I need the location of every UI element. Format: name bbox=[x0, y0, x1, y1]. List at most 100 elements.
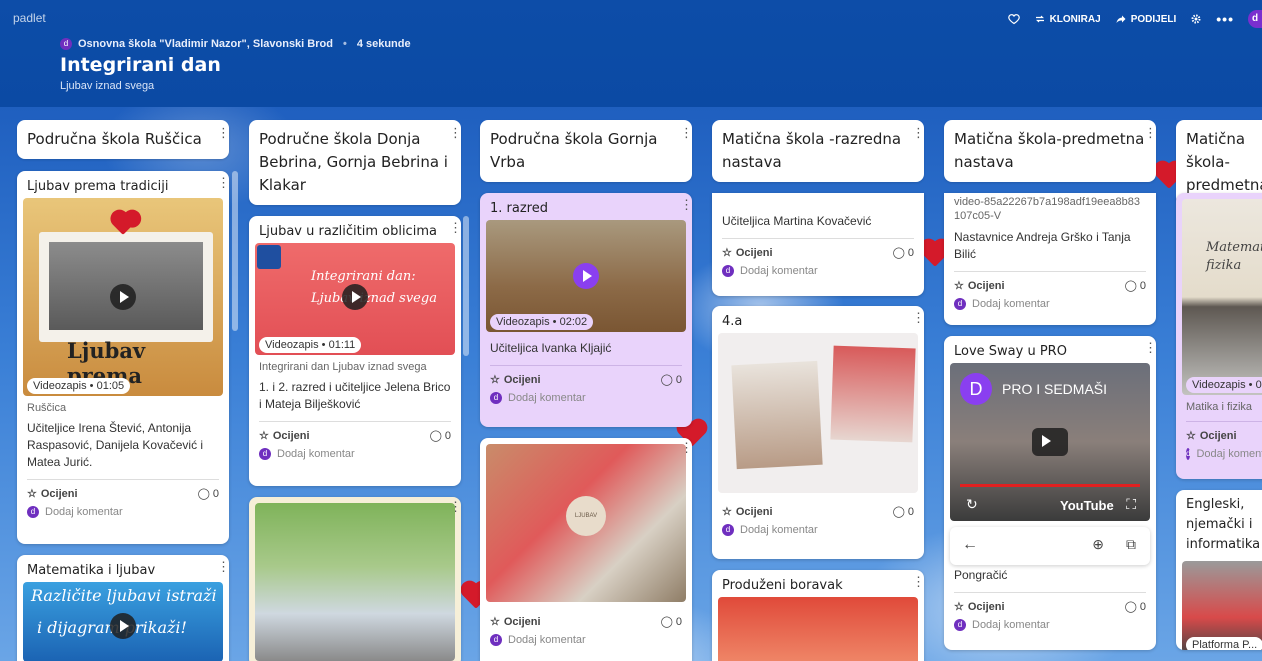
kebab-menu-icon[interactable] bbox=[217, 559, 229, 575]
post-card[interactable]: LJUBAV ☆Ocijeni ◯0 d Dodaj komentar bbox=[480, 438, 692, 661]
post-card[interactable] bbox=[249, 497, 461, 661]
kebab-menu-icon[interactable] bbox=[1144, 340, 1156, 356]
fullscreen-icon[interactable]: ⛶ bbox=[1126, 496, 1136, 513]
kebab-menu-icon[interactable] bbox=[912, 574, 924, 590]
column-scrollbar[interactable] bbox=[463, 216, 469, 356]
post-card[interactable]: 1. razred Videozapis • 02:02 Učiteljica … bbox=[480, 193, 692, 427]
add-comment-row[interactable]: d Dodaj komentar bbox=[480, 386, 692, 412]
post-card[interactable]: Ljubav prema tradiciji Ljubav prema Vide… bbox=[17, 171, 229, 544]
video-thumbnail[interactable]: Integrirani dan: Ljubav iznad svega Vide… bbox=[255, 243, 455, 355]
column-header[interactable]: Matična škola-predmetna nastava bbox=[944, 120, 1157, 182]
kebab-menu-icon[interactable] bbox=[680, 197, 692, 213]
add-comment-row[interactable]: d Dodaj komentar bbox=[712, 259, 924, 285]
column-header[interactable]: Matična škola -razredna nastava bbox=[712, 120, 925, 182]
play-icon[interactable] bbox=[110, 284, 136, 310]
add-comment-row[interactable]: d Dodaj komentar bbox=[944, 292, 1156, 318]
photo-thumbnail[interactable] bbox=[255, 503, 455, 661]
photo-thumbnail[interactable]: Platforma P... bbox=[1182, 561, 1262, 650]
kebab-menu-icon[interactable] bbox=[449, 122, 462, 145]
progress-bar[interactable] bbox=[960, 484, 1140, 487]
youtube-embed[interactable]: D PRO I SEDMAŠI ↻ YouTube ⛶ bbox=[950, 363, 1150, 521]
kebab-menu-icon[interactable] bbox=[217, 175, 229, 191]
add-comment-row[interactable]: d Dodaj komentar bbox=[249, 442, 461, 468]
comment-count[interactable]: ◯ 0 bbox=[1125, 279, 1146, 293]
author-avatar[interactable]: d bbox=[60, 38, 72, 50]
post-card[interactable]: video-85a22267b7a198adf19eea8b83107c05-V… bbox=[944, 193, 1156, 325]
rate-button[interactable]: ☆ Ocijeni bbox=[27, 487, 78, 501]
comment-count[interactable]: ◯ 0 bbox=[429, 429, 451, 443]
kebab-menu-icon[interactable] bbox=[680, 122, 693, 145]
rate-button[interactable]: ☆ Ocijeni bbox=[1186, 429, 1237, 443]
add-comment-label: Dodaj komentar bbox=[740, 265, 818, 277]
back-arrow-icon[interactable]: ← bbox=[962, 536, 978, 554]
add-comment-row[interactable]: d Dodaj komentar bbox=[480, 628, 692, 654]
settings-button[interactable] bbox=[1190, 13, 1202, 25]
post-card[interactable]: Matematika i ljubav Različite ljubavi is… bbox=[17, 555, 229, 661]
rate-button[interactable]: ☆ Ocijeni bbox=[490, 615, 541, 629]
comment-count-value: 0 bbox=[907, 505, 914, 518]
add-comment-row[interactable]: d Dodaj komentar bbox=[17, 500, 229, 526]
add-comment-label: Dodaj komentar bbox=[1196, 448, 1262, 460]
column-header[interactable]: Područne škola Donja Bebrina, Gornja Beb… bbox=[249, 120, 462, 205]
play-icon[interactable] bbox=[342, 284, 368, 310]
kebab-menu-icon[interactable] bbox=[912, 310, 924, 326]
play-icon[interactable] bbox=[110, 613, 136, 639]
post-card[interactable]: Matematika fizika Videozapis • 00 Matika… bbox=[1176, 193, 1262, 479]
zoom-in-icon[interactable]: ⊕ bbox=[1092, 536, 1104, 553]
user-avatar: d bbox=[954, 619, 966, 631]
clone-button[interactable]: KLONIRAJ bbox=[1034, 13, 1101, 25]
post-card[interactable]: Produženi boravak bbox=[712, 570, 924, 661]
play-icon[interactable] bbox=[573, 263, 599, 289]
add-comment-row[interactable]: d Dodaj komentar bbox=[1176, 442, 1262, 468]
rate-button[interactable]: ☆ Ocijeni bbox=[259, 429, 310, 443]
comment-count[interactable]: ◯ 0 bbox=[661, 373, 682, 387]
rate-button[interactable]: ☆ Ocijeni bbox=[490, 373, 541, 387]
post-caption: video-85a22267b7a198adf19eea8b83107c05-V bbox=[954, 196, 1140, 222]
video-thumbnail[interactable]: Matematika fizika Videozapis • 00 bbox=[1182, 199, 1262, 395]
open-external-icon[interactable]: ⧉ bbox=[1126, 536, 1136, 553]
rate-button[interactable]: ☆ Ocijeni bbox=[954, 600, 1005, 614]
padlet-logo[interactable]: padlet bbox=[13, 11, 46, 25]
column-header[interactable]: Područna škola Ruščica bbox=[17, 120, 230, 159]
comment-count-value: 0 bbox=[907, 246, 914, 259]
more-button[interactable]: ••• bbox=[1216, 11, 1234, 27]
rate-button[interactable]: ☆ Ocijeni bbox=[954, 279, 1005, 293]
add-comment-row[interactable]: d Dodaj komentar bbox=[944, 613, 1156, 639]
add-comment-row[interactable]: d Dodaj komentar bbox=[712, 518, 924, 544]
comment-count[interactable]: ◯ 0 bbox=[893, 505, 914, 519]
kebab-menu-icon[interactable] bbox=[1144, 122, 1157, 145]
kebab-menu-icon[interactable] bbox=[449, 220, 461, 236]
comment-count[interactable]: ◯ 0 bbox=[1125, 600, 1146, 614]
play-icon[interactable] bbox=[1032, 428, 1068, 456]
comment-count[interactable]: ◯ 0 bbox=[198, 487, 219, 501]
youtube-logo[interactable]: YouTube bbox=[1060, 498, 1114, 513]
video-thumbnail[interactable]: Ljubav prema Videozapis • 01:05 bbox=[23, 198, 223, 396]
post-card[interactable]: Engleski, njemački i informatika Platfor… bbox=[1176, 490, 1262, 650]
kebab-menu-icon[interactable] bbox=[217, 122, 230, 145]
comment-bubble-icon: ◯ bbox=[429, 430, 442, 442]
rate-label: Ocijeni bbox=[272, 429, 310, 442]
post-card[interactable]: Ljubav u različitim oblicima Integrirani… bbox=[249, 216, 461, 486]
post-card[interactable]: 4.a ☆Ocijeni ◯0 d Dodaj komentar bbox=[712, 306, 924, 559]
photo-thumbnail[interactable]: LJUBAV bbox=[486, 444, 686, 602]
star-icon: ☆ bbox=[1186, 430, 1196, 442]
video-thumbnail[interactable]: Različite ljubavi istraži i dijagram pri… bbox=[23, 582, 223, 661]
user-avatar[interactable]: d bbox=[1248, 10, 1262, 28]
rate-button[interactable]: ☆ Ocijeni bbox=[722, 246, 773, 260]
column-header[interactable]: Područna škola Gornja Vrba bbox=[480, 120, 693, 182]
share-button[interactable]: PODIJELI bbox=[1115, 13, 1176, 25]
kebab-menu-icon[interactable] bbox=[912, 122, 925, 145]
like-button[interactable] bbox=[1007, 13, 1020, 25]
replay-icon[interactable]: ↻ bbox=[966, 496, 978, 513]
photo-thumbnail[interactable] bbox=[718, 333, 918, 493]
user-avatar: d bbox=[722, 524, 734, 536]
comment-count[interactable]: ◯ 0 bbox=[661, 615, 682, 629]
rate-button[interactable]: ☆ Ocijeni bbox=[722, 505, 773, 519]
photo-thumbnail[interactable] bbox=[718, 597, 918, 661]
post-card[interactable]: Učiteljica Martina Kovačević ☆ Ocijeni ◯ 0… bbox=[712, 193, 924, 296]
column-scrollbar[interactable] bbox=[232, 171, 238, 331]
comment-count[interactable]: ◯ 0 bbox=[893, 246, 914, 260]
post-card[interactable]: Love Sway u PRO D PRO I SEDMAŠI ↻ YouTub… bbox=[944, 336, 1156, 650]
school-name[interactable]: Osnovna škola "Vladimir Nazor", Slavonsk… bbox=[78, 38, 333, 50]
video-thumbnail[interactable]: Videozapis • 02:02 bbox=[486, 220, 686, 332]
